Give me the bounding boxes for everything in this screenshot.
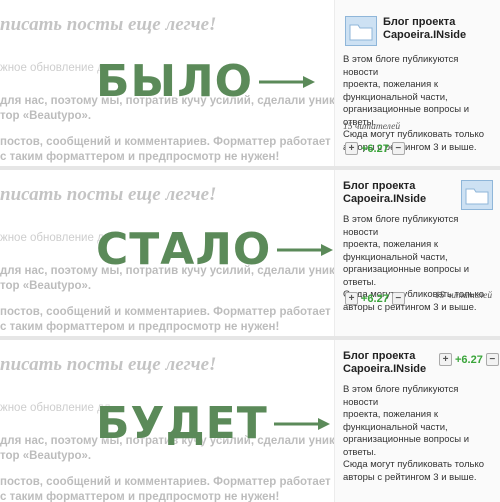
article-line: с таким форматтером и предпросмотр не ну… xyxy=(0,491,280,502)
blog-description: В этом блоге публикуются новости проекта,… xyxy=(343,54,484,153)
rating-score: +6.27 xyxy=(361,142,389,155)
article-line: жное обновление дл xyxy=(0,62,111,74)
blog-card: Блог проекта Capoeira.INside + +6.27 − В … xyxy=(334,340,500,502)
vote-down-button[interactable]: − xyxy=(391,142,405,155)
overlay-word: СТАЛО xyxy=(96,224,272,275)
arrow-right-icon xyxy=(277,244,334,256)
blog-title[interactable]: Блог проекта Capoeira.INside xyxy=(343,180,426,206)
overlay-label: БУДЕТ xyxy=(96,402,330,446)
article-line: постов, сообщений и комментариев. Формат… xyxy=(0,306,331,318)
vote-widget: + +6.27 − xyxy=(345,292,405,305)
vote-down-button[interactable]: − xyxy=(485,353,499,366)
article-line: тор «Beautypo». xyxy=(0,110,92,122)
panel-now: писать посты еще легче! жное обновление … xyxy=(0,170,500,336)
rating-score: +6.27 xyxy=(361,292,389,305)
vote-widget: + +6.27 − xyxy=(439,353,499,366)
overlay-word: БУДЕТ xyxy=(96,398,268,449)
article-line: с таким форматтером и предпросмотр не ну… xyxy=(0,321,280,333)
blog-title[interactable]: Блог проекта Capoeira.INside xyxy=(343,350,426,376)
blog-card: Блог проекта Capoeira.INside В этом блоге… xyxy=(334,0,500,166)
panel-before: писать посты еще легче! жное обновление … xyxy=(0,0,500,166)
vote-down-button[interactable]: − xyxy=(391,292,405,305)
article-headline: писать посты еще легче! xyxy=(0,354,217,375)
overlay-word: БЫЛО xyxy=(96,56,254,107)
article-line: тор «Beautypo». xyxy=(0,450,92,462)
folder-icon xyxy=(461,180,493,210)
rating-score: +6.27 xyxy=(455,353,483,366)
panel-future: писать посты еще легче! жное обновление … xyxy=(0,340,500,502)
overlay-label: БЫЛО xyxy=(96,56,316,107)
arrow-right-icon xyxy=(273,418,330,430)
arrow-right-icon xyxy=(259,76,316,88)
article-headline: писать посты еще легче! xyxy=(0,184,217,205)
vote-up-button[interactable]: + xyxy=(439,353,452,366)
vote-up-button[interactable]: + xyxy=(345,142,358,155)
article-line: постов, сообщений и комментариев. Формат… xyxy=(0,476,331,488)
blog-title[interactable]: Блог проекта Capoeira.INside xyxy=(383,16,466,42)
article-line: жное обновление дл xyxy=(0,402,111,414)
article-line: жное обновление дл xyxy=(0,232,111,244)
folder-icon xyxy=(345,16,377,46)
article-line: постов, сообщений и комментариев. Формат… xyxy=(0,136,331,148)
article-line: с таким форматтером и предпросмотр не ну… xyxy=(0,151,280,163)
article-headline: писать посты еще легче! xyxy=(0,14,217,35)
vote-widget: + +6.27 − xyxy=(345,142,405,155)
blog-description: В этом блоге публикуются новости проекта,… xyxy=(343,384,484,483)
blog-card: Блог проекта Capoeira.INside В этом блоге… xyxy=(334,170,500,336)
readers-count[interactable]: 15 читателей xyxy=(343,122,400,132)
readers-count[interactable]: 15 читателей xyxy=(435,291,492,301)
vote-up-button[interactable]: + xyxy=(345,292,358,305)
article-line: тор «Beautypo». xyxy=(0,280,92,292)
overlay-label: СТАЛО xyxy=(96,224,334,275)
